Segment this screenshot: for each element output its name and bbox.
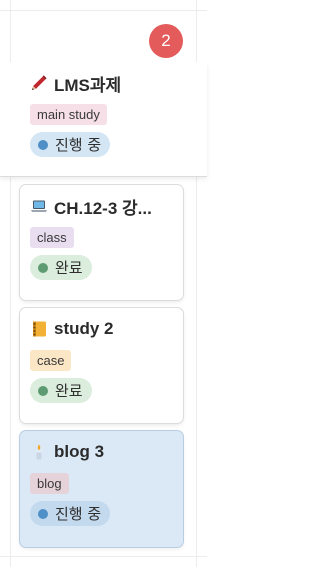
candle-icon: [36, 444, 42, 460]
task-card[interactable]: study 2 case 완료: [20, 308, 183, 423]
card-title-row: study 2: [30, 316, 173, 342]
card-title-row: CH.12-3 강...: [30, 193, 173, 219]
status-dot-icon: [38, 262, 48, 273]
status-label: 진행 중: [55, 136, 102, 154]
card-title: CH.12-3 강...: [54, 198, 152, 218]
card-tag: main study: [30, 104, 107, 125]
card-tag: case: [30, 350, 72, 371]
laptop-icon: [31, 200, 47, 212]
status-label: 완료: [55, 382, 83, 400]
grid-line: [0, 10, 207, 11]
task-card[interactable]: CH.12-3 강... class 완료: [20, 185, 183, 300]
card-tag: blog: [30, 473, 69, 494]
status-pill: 완료: [30, 378, 92, 403]
card-title: LMS과제: [54, 75, 122, 95]
task-card[interactable]: blog 3 blog 진행 중: [20, 431, 183, 547]
grid-line: [0, 556, 207, 557]
notebook-icon: [33, 321, 46, 337]
status-label: 진행 중: [55, 505, 102, 523]
status-label: 완료: [55, 259, 83, 277]
card-title-row: blog 3: [30, 439, 173, 465]
status-pill: 진행 중: [30, 501, 111, 526]
status-dot-icon: [38, 139, 48, 150]
card-title: study 2: [54, 319, 114, 338]
card-title-row: LMS과제: [30, 70, 197, 96]
pencil-icon: [32, 75, 47, 90]
card-tag: class: [30, 227, 74, 248]
task-card[interactable]: LMS과제 main study 진행 중: [0, 62, 207, 176]
status-pill: 완료: [30, 255, 92, 280]
status-dot-icon: [38, 385, 48, 396]
status-dot-icon: [38, 508, 48, 519]
status-pill: 진행 중: [30, 132, 111, 157]
card-title: blog 3: [54, 442, 105, 461]
count-badge: 2: [149, 24, 183, 58]
kanban-column: 2 LMS과제 main study 진행 중 CH.12-3 강... cla…: [0, 0, 207, 567]
